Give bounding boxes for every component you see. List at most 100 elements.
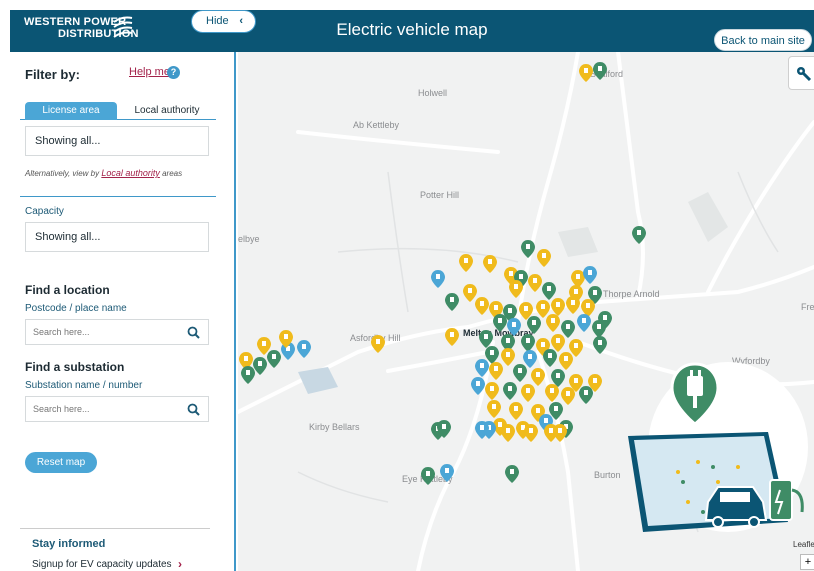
area-tabs: License area Local authority (20, 102, 216, 120)
substation-marker-icon[interactable] (489, 362, 503, 380)
map-tool-button[interactable] (788, 56, 814, 90)
substation-marker-icon[interactable] (527, 316, 541, 334)
substation-marker-icon[interactable] (593, 62, 607, 80)
substation-marker-icon[interactable] (551, 298, 565, 316)
substation-marker-icon[interactable] (485, 382, 499, 400)
substation-marker-icon[interactable] (267, 350, 281, 368)
substation-marker-icon[interactable] (521, 384, 535, 402)
help-link[interactable]: Help me (129, 66, 170, 78)
substation-marker-icon[interactable] (507, 318, 521, 336)
substation-marker-icon[interactable] (509, 280, 523, 298)
substation-marker-icon[interactable] (509, 402, 523, 420)
find-substation-title: Find a substation (25, 360, 125, 374)
filter-label: Filter by: (25, 67, 80, 82)
wrench-icon[interactable] (796, 66, 812, 82)
substation-marker-icon[interactable] (579, 386, 593, 404)
substation-marker-icon[interactable] (483, 255, 497, 273)
stay-informed-title: Stay informed (32, 538, 106, 550)
substation-marker-icon[interactable] (536, 300, 550, 318)
substation-search-placeholder: Search here... (33, 404, 90, 414)
substation-marker-icon[interactable] (445, 293, 459, 311)
signup-link[interactable]: Signup for EV capacity updates (32, 559, 172, 570)
back-to-main-site-button[interactable]: Back to main site (714, 29, 812, 51)
hide-sidebar-button[interactable]: Hide ‹ (191, 10, 256, 33)
substation-marker-icon[interactable] (528, 274, 542, 292)
substation-marker-icon[interactable] (241, 366, 255, 384)
substation-marker-icon[interactable] (561, 320, 575, 338)
substation-marker-icon[interactable] (475, 359, 489, 377)
substation-search-input[interactable]: Search here... (25, 396, 209, 422)
page-title: Electric vehicle map (336, 20, 488, 39)
substation-marker-icon[interactable] (253, 357, 267, 375)
substation-marker-icon[interactable] (561, 387, 575, 405)
substation-marker-icon[interactable] (531, 368, 545, 386)
substation-marker-icon[interactable] (297, 340, 311, 358)
substation-marker-icon[interactable] (566, 296, 580, 314)
substation-marker-icon[interactable] (524, 424, 538, 442)
substation-marker-icon[interactable] (493, 314, 507, 332)
license-area-select[interactable]: Showing all... (25, 126, 209, 156)
substation-marker-icon[interactable] (475, 297, 489, 315)
substation-marker-icon[interactable] (521, 334, 535, 352)
tab-license-area[interactable]: License area (25, 102, 117, 120)
tab-local-authority[interactable]: Local authority (124, 102, 210, 120)
hide-label: Hide (206, 15, 229, 27)
header-bar: WESTERN POWER DISTRIBUTION Electric vehi… (10, 10, 814, 52)
substation-marker-icon[interactable] (577, 314, 591, 332)
divider (20, 196, 216, 197)
substation-marker-icon[interactable] (523, 350, 537, 368)
local-authority-link[interactable]: Local authority (101, 168, 160, 178)
substation-marker-icon[interactable] (537, 249, 551, 267)
substation-marker-icon[interactable] (551, 334, 565, 352)
alt-prefix: Alternatively, view by (25, 169, 102, 178)
substation-marker-icon[interactable] (501, 424, 515, 442)
substation-marker-icon[interactable] (471, 377, 485, 395)
find-substation-subtitle: Substation name / number (25, 380, 143, 391)
zoom-in-button[interactable]: + (800, 554, 814, 570)
substation-marker-icon[interactable] (463, 284, 477, 302)
substation-marker-icon[interactable] (632, 226, 646, 244)
substation-marker-icon[interactable] (559, 352, 573, 370)
search-icon[interactable] (187, 403, 200, 416)
find-location-title: Find a location (25, 283, 110, 297)
help-icon[interactable]: ? (167, 66, 180, 79)
substation-marker-icon[interactable] (371, 335, 385, 353)
substation-marker-icon[interactable] (592, 320, 606, 338)
substation-marker-icon[interactable] (421, 467, 435, 485)
substation-marker-icon[interactable] (521, 240, 535, 258)
alt-suffix: areas (159, 169, 183, 178)
substation-marker-icon[interactable] (545, 384, 559, 402)
search-icon[interactable] (187, 326, 200, 339)
substation-marker-icon[interactable] (505, 465, 519, 483)
chevron-right-icon[interactable]: › (178, 557, 182, 571)
chevron-left-icon: ‹ (239, 15, 243, 27)
map-canvas[interactable]: Holwell Ab Kettleby Potter Hill Asfordby… (238, 52, 814, 571)
substation-marker-icon[interactable] (445, 328, 459, 346)
substation-marker-icon[interactable] (459, 254, 473, 272)
reset-map-button[interactable]: Reset map (25, 452, 97, 473)
substation-marker-icon[interactable] (553, 424, 567, 442)
substation-marker-icon[interactable] (546, 314, 560, 332)
divider (20, 528, 210, 529)
substation-marker-icon[interactable] (440, 464, 454, 482)
location-search-input[interactable]: Search here... (25, 319, 209, 345)
substation-marker-icon[interactable] (593, 336, 607, 354)
capacity-select[interactable]: Showing all... (25, 222, 209, 252)
substation-marker-icon[interactable] (503, 382, 517, 400)
substation-marker-icon[interactable] (501, 348, 515, 366)
substation-marker-icon[interactable] (431, 270, 445, 288)
substation-marker-icon[interactable] (513, 364, 527, 382)
substation-marker-icon[interactable] (487, 400, 501, 418)
capacity-label: Capacity (25, 206, 64, 217)
find-location-subtitle: Postcode / place name (25, 303, 127, 314)
filter-sidebar: Filter by: Help me ? License area Local … (10, 52, 236, 571)
substation-marker-icon[interactable] (543, 349, 557, 367)
substation-marker-icon[interactable] (479, 330, 493, 348)
map-attribution[interactable]: Leaflet (793, 540, 814, 549)
substation-marker-icon[interactable] (542, 282, 556, 300)
location-search-placeholder: Search here... (33, 327, 90, 337)
substation-marker-icon[interactable] (579, 64, 593, 82)
alternative-view-text: Alternatively, view by Local authority a… (25, 168, 182, 178)
substation-marker-icon[interactable] (583, 266, 597, 284)
ev-charging-illustration (628, 362, 808, 532)
